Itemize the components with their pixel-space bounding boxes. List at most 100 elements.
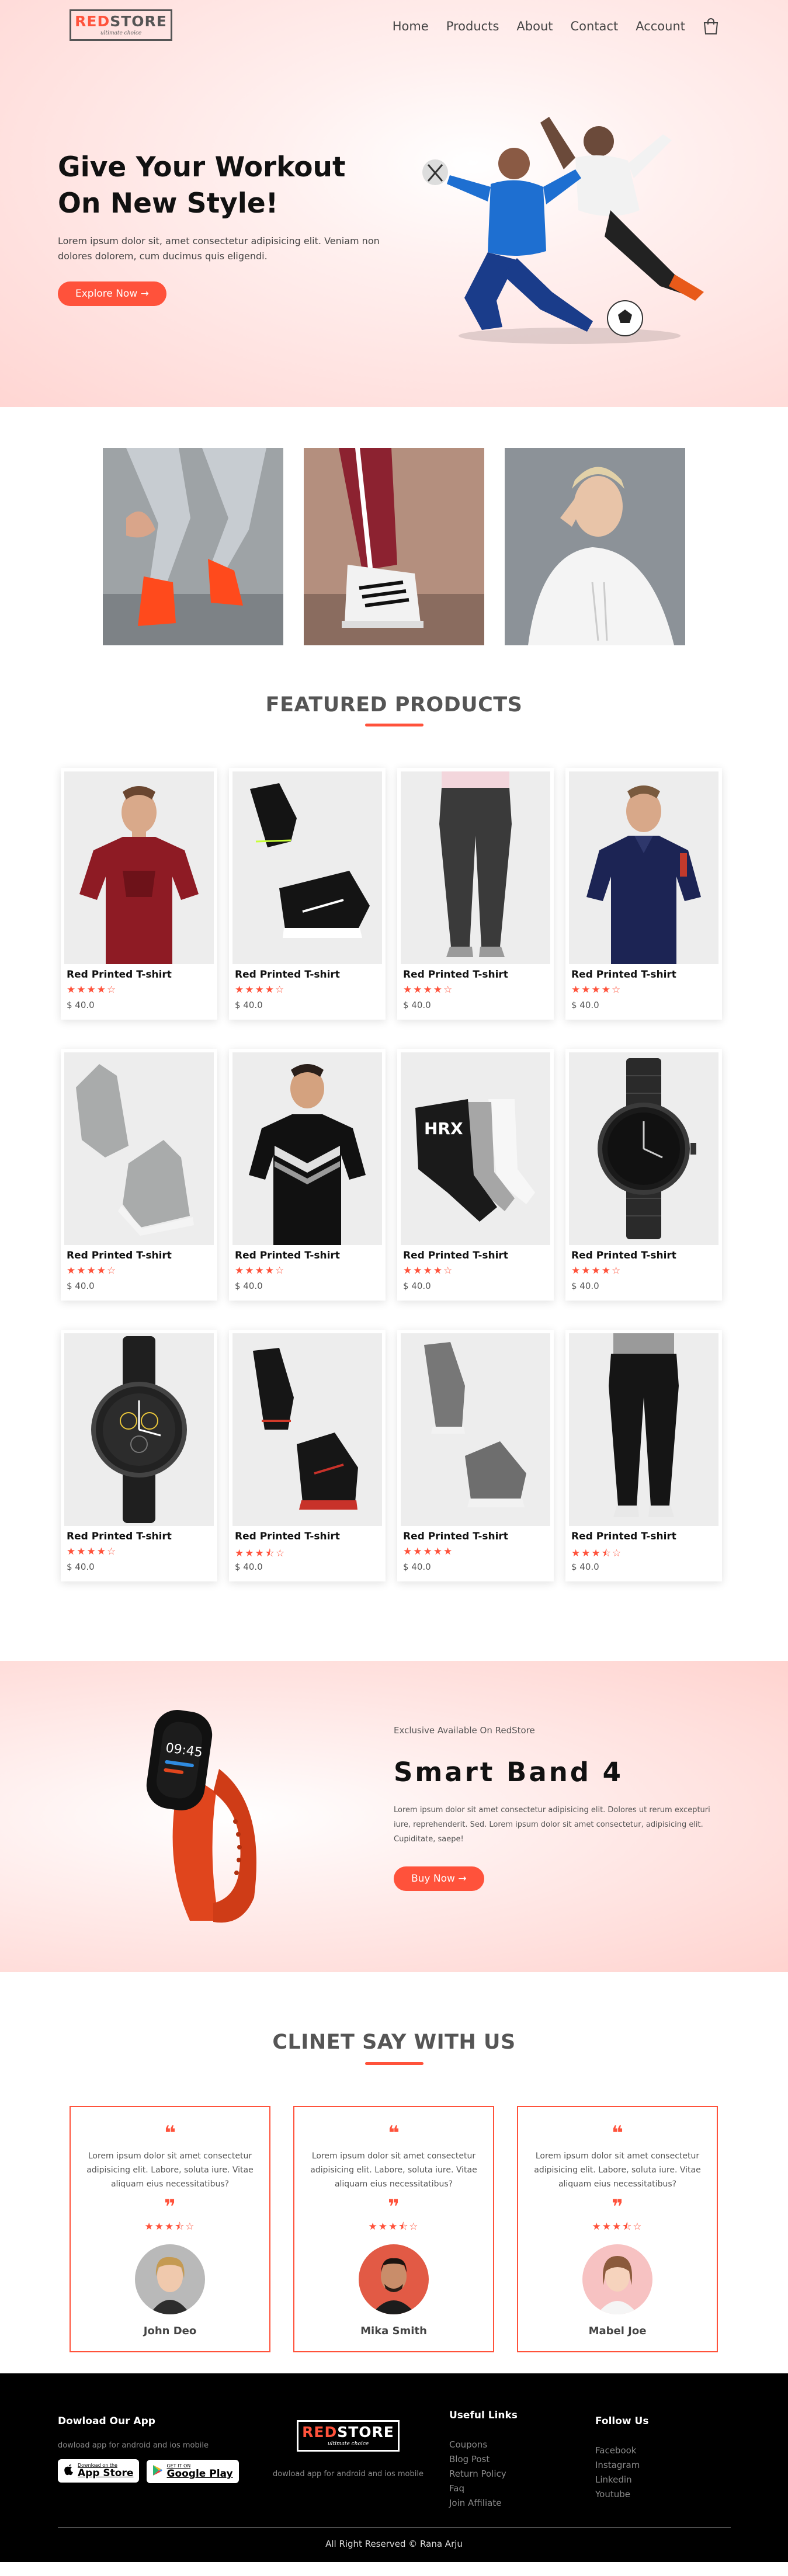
product-card[interactable]: Red Printed T-shirt ★★★★★ $ 40.0 <box>397 1330 554 1581</box>
nav-account[interactable]: Account <box>636 19 685 33</box>
product-card[interactable]: Red Printed T-shirt ★★★★☆ $ 40.0 <box>397 768 554 1020</box>
testimonial-card: ❝ Lorem ipsum dolor sit amet consectetur… <box>293 2106 494 2352</box>
footer-follow-links: Facebook Instagram Linkedin Youtube <box>595 2443 648 2502</box>
rating-stars: ★★★★☆ <box>571 1265 622 1277</box>
product-name[interactable]: Red Printed T-shirt <box>67 1250 172 1261</box>
product-name[interactable]: Red Printed T-shirt <box>235 969 340 981</box>
hero-title-line2: On New Style! <box>58 187 279 220</box>
product-name[interactable]: Red Printed T-shirt <box>235 1250 340 1261</box>
product-image-grey-high-top-sneakers <box>64 1052 214 1245</box>
footer-logo-subtitle: dowload app for android and ios mobile <box>273 2470 423 2478</box>
nav-contact[interactable]: Contact <box>571 19 619 33</box>
nav-products[interactable]: Products <box>446 19 499 33</box>
footer-logo-rest-text: STORE <box>337 2424 394 2441</box>
product-price: $ 40.0 <box>571 1000 599 1010</box>
product-image-navy-polo <box>569 771 718 964</box>
product-card[interactable]: Red Printed T-shirt ★★★⯪☆ $ 40.0 <box>229 1330 386 1581</box>
hero-text: Give Your Workout On New Style! Lorem ips… <box>58 150 385 306</box>
footer: Dowload Our App dowload app for android … <box>0 2373 788 2562</box>
product-price: $ 40.0 <box>67 1000 95 1010</box>
product-card[interactable]: Red Printed T-shirt ★★★★☆ $ 40.0 <box>61 768 217 1020</box>
quote-open-icon: ❝ <box>612 2122 623 2145</box>
product-card[interactable]: Red Printed T-shirt ★★★⯪☆ $ 40.0 <box>565 1330 722 1581</box>
app-store-button[interactable]: Download on the App Store <box>58 2459 140 2483</box>
product-image-maroon-tshirt <box>64 771 214 964</box>
category-white-jacket-woman-image[interactable] <box>505 448 685 645</box>
main-nav: Home Products About Contact Account <box>375 18 719 35</box>
product-price: $ 40.0 <box>571 1562 599 1572</box>
rating-stars: ★★★⯪☆ <box>368 2221 419 2233</box>
footer-link-return-policy[interactable]: Return Policy <box>449 2467 518 2481</box>
google-play-big: Google Play <box>166 2468 233 2480</box>
product-price: $ 40.0 <box>235 1281 263 1291</box>
nav-home[interactable]: Home <box>393 19 429 33</box>
testimonial-name: John Deo <box>143 2325 197 2337</box>
apple-icon <box>64 2463 74 2478</box>
offer-text: Exclusive Available On RedStore Smart Ba… <box>394 1725 721 1891</box>
product-image-black-sneakers <box>232 771 382 964</box>
product-image-black-track-pants <box>569 1333 718 1526</box>
testimonial-card: ❝ Lorem ipsum dolor sit amet consectetur… <box>517 2106 718 2352</box>
testimonial-text: Lorem ipsum dolor sit amet consectetur a… <box>86 2151 254 2189</box>
avatar <box>359 2244 429 2314</box>
product-card[interactable]: Red Printed T-shirt ★★★★☆ $ 40.0 <box>565 768 722 1020</box>
rating-stars: ★★★★☆ <box>403 984 454 996</box>
nav-about[interactable]: About <box>516 19 553 33</box>
product-card[interactable]: HRX Red Printed T-shirt ★★★★☆ $ 40.0 <box>397 1049 554 1301</box>
product-name[interactable]: Red Printed T-shirt <box>67 1531 172 1542</box>
product-card[interactable]: Red Printed T-shirt ★★★★☆ $ 40.0 <box>61 1049 217 1301</box>
product-image-black-leather-watch <box>64 1333 214 1526</box>
footer-logo[interactable]: REDSTORE ultimate choice <box>297 2420 400 2452</box>
product-image-black-chevron-tshirt <box>232 1052 382 1245</box>
product-name[interactable]: Red Printed T-shirt <box>571 1250 676 1261</box>
product-name[interactable]: Red Printed T-shirt <box>571 1531 676 1542</box>
avatar <box>582 2244 652 2314</box>
product-card[interactable]: Red Printed T-shirt ★★★★☆ $ 40.0 <box>229 768 386 1020</box>
category-white-sneakers-image[interactable] <box>304 448 484 645</box>
product-name[interactable]: Red Printed T-shirt <box>235 1531 340 1542</box>
footer-logo-red-text: RED <box>302 2424 338 2441</box>
quote-open-icon: ❝ <box>388 2122 400 2145</box>
product-card[interactable]: Red Printed T-shirt ★★★★☆ $ 40.0 <box>61 1330 217 1581</box>
footer-link-youtube[interactable]: Youtube <box>595 2487 648 2502</box>
testimonials-section: CLINET SAY WITH US ❝ Lorem ipsum dolor s… <box>0 1972 788 2373</box>
product-price: $ 40.0 <box>235 1562 263 1572</box>
product-name[interactable]: Red Printed T-shirt <box>67 969 172 981</box>
product-name[interactable]: Red Printed T-shirt <box>403 969 508 981</box>
footer-app-subtitle: dowload app for android and ios mobile <box>58 2441 209 2450</box>
offer-description: Lorem ipsum dolor sit amet consectetur a… <box>394 1806 710 1844</box>
quote-open-icon: ❝ <box>164 2122 176 2145</box>
footer-useful-links: Coupons Blog Post Return Policy Faq Join… <box>449 2438 518 2511</box>
product-price: $ 40.0 <box>403 1562 431 1572</box>
buy-now-button[interactable]: Buy Now → <box>394 1866 484 1891</box>
site-logo[interactable]: REDSTORE ultimate choice <box>70 9 172 41</box>
footer-link-faq[interactable]: Faq <box>449 2481 518 2496</box>
product-name[interactable]: Red Printed T-shirt <box>403 1531 508 1542</box>
smart-band-image: 09:45 <box>126 1705 301 1932</box>
footer-link-linkedin[interactable]: Linkedin <box>595 2473 648 2487</box>
product-card[interactable]: Red Printed T-shirt ★★★★☆ $ 40.0 <box>229 1049 386 1301</box>
featured-title-underline <box>365 724 423 726</box>
product-name[interactable]: Red Printed T-shirt <box>403 1250 508 1261</box>
footer-link-facebook[interactable]: Facebook <box>595 2443 648 2458</box>
explore-now-button[interactable]: Explore Now → <box>58 281 166 306</box>
footer-link-coupons[interactable]: Coupons <box>449 2438 518 2452</box>
hero-football-players-image <box>400 99 716 350</box>
product-price: $ 40.0 <box>403 1281 431 1291</box>
footer-link-join-affiliate[interactable]: Join Affiliate <box>449 2496 518 2511</box>
category-red-shoes-image[interactable] <box>103 448 283 645</box>
product-price: $ 40.0 <box>571 1281 599 1291</box>
categories-section <box>0 407 788 693</box>
copyright-text: All Right Reserved © Rana Arju <box>325 2539 463 2549</box>
quote-close-icon: ❞ <box>612 2195 623 2219</box>
footer-link-instagram[interactable]: Instagram <box>595 2458 648 2473</box>
rating-stars: ★★★⯪☆ <box>592 2221 643 2233</box>
svg-text:HRX: HRX <box>424 1119 463 1138</box>
testimonials-title-underline <box>365 2062 423 2065</box>
google-play-button[interactable]: GET IT ON Google Play <box>147 2460 239 2483</box>
cart-icon[interactable] <box>703 18 719 35</box>
product-price: $ 40.0 <box>67 1562 95 1572</box>
footer-link-blog-post[interactable]: Blog Post <box>449 2452 518 2467</box>
product-card[interactable]: Red Printed T-shirt ★★★★☆ $ 40.0 <box>565 1049 722 1301</box>
product-name[interactable]: Red Printed T-shirt <box>571 969 676 981</box>
